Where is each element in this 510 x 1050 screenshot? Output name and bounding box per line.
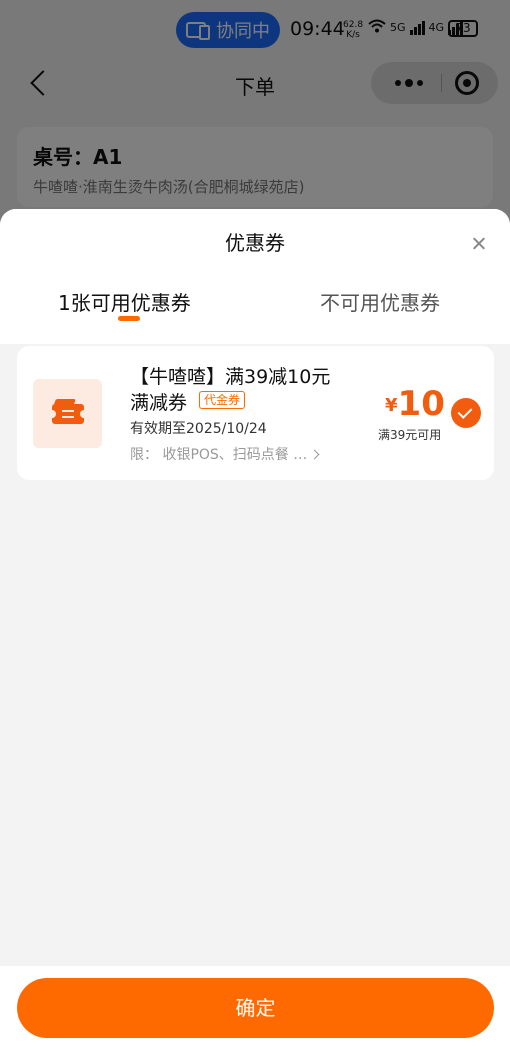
confirm-button[interactable]: 确定	[17, 978, 494, 1038]
coupon-limit-text: 限： 收银POS、扫码点餐 …	[130, 447, 308, 463]
tab-available-coupons[interactable]: 1张可用优惠券	[58, 287, 191, 316]
selected-check-icon[interactable]	[451, 398, 481, 428]
tab-unavailable-coupons[interactable]: 不可用优惠券	[320, 287, 440, 316]
currency-symbol: ¥	[385, 395, 398, 416]
coupon-sheet: 优惠券 1张可用优惠券 不可用优惠券 【牛喳喳】满39减10元 满减券 代金券 …	[0, 209, 510, 1050]
coupon-tag: 代金券	[199, 391, 246, 409]
sheet-title: 优惠券	[225, 231, 285, 255]
coupon-validity: 有效期至2025/10/24	[130, 421, 267, 437]
chevron-right-icon	[309, 449, 320, 460]
sheet-footer: 确定	[0, 966, 510, 1050]
coupon-name: 【牛喳喳】满39减10元	[130, 366, 331, 388]
ticket-icon	[48, 404, 88, 424]
coupon-threshold: 满39元可用	[378, 428, 442, 442]
coupon-thumbnail	[33, 379, 102, 448]
coupon-type: 满减券	[130, 392, 188, 414]
coupon-usage-limit[interactable]: 限： 收银POS、扫码点餐 …	[130, 444, 320, 464]
coupon-amount: ¥10	[385, 384, 445, 424]
close-icon[interactable]	[468, 233, 490, 255]
active-tab-indicator	[118, 316, 140, 321]
sheet-header: 优惠券 1张可用优惠券 不可用优惠券	[0, 209, 510, 344]
discount-amount: 10	[397, 384, 445, 424]
coupon-item[interactable]: 【牛喳喳】满39减10元 满减券 代金券 有效期至2025/10/24 限： 收…	[17, 346, 494, 480]
